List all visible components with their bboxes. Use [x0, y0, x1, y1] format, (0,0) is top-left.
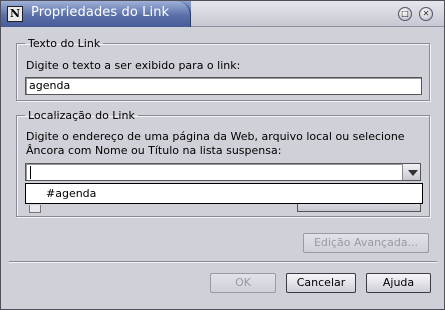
link-text-instruction: Digite o texto a ser exibido para o link…	[26, 59, 241, 72]
link-location-instruction-line2: Âncora com Nome ou Título na lista suspe…	[26, 144, 282, 157]
link-text-input[interactable]: agenda	[25, 77, 422, 95]
advanced-edit-button[interactable]: Edição Avançada...	[303, 233, 429, 253]
text-caret	[30, 166, 31, 179]
chevron-down-icon[interactable]	[402, 163, 421, 181]
link-text-legend: Texto do Link	[28, 37, 101, 50]
ok-button[interactable]: OK	[210, 273, 276, 293]
link-location-input[interactable]	[25, 163, 403, 181]
dropdown-item-agenda[interactable]: #agenda	[46, 187, 96, 200]
location-dropdown-list: #agenda	[25, 183, 423, 204]
maximize-icon[interactable]: □	[398, 7, 412, 21]
hidden-button[interactable]	[297, 203, 421, 212]
link-location-legend: Localização do Link	[28, 109, 135, 122]
help-button[interactable]: Ajuda	[366, 273, 431, 293]
link-properties-dialog: N Propriedades do Link □ ✕ Texto do Link…	[0, 0, 445, 310]
close-icon[interactable]: ✕	[419, 7, 433, 21]
link-location-instruction-line1: Digite o endereço de uma página da Web, …	[26, 130, 405, 143]
title-bar[interactable]: N Propriedades do Link □ ✕	[1, 1, 444, 27]
hidden-checkbox[interactable]	[29, 205, 41, 213]
button-separator	[9, 261, 437, 263]
netscape-app-icon: N	[7, 6, 23, 22]
window-title: Propriedades do Link	[31, 5, 170, 20]
cancel-button[interactable]: Cancelar	[286, 273, 356, 293]
